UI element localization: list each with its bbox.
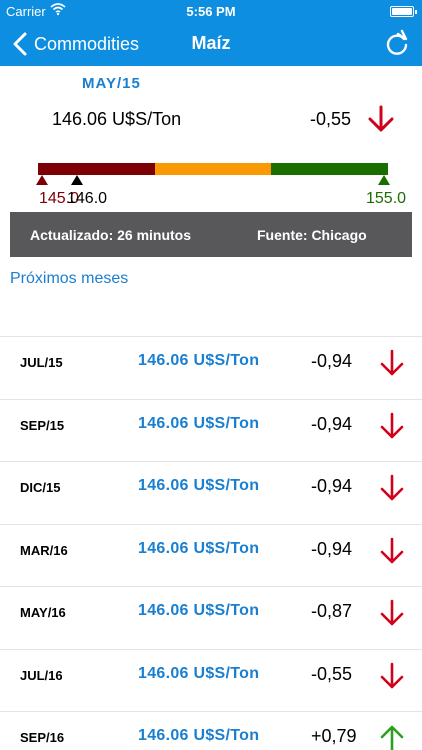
source-label: Fuente: Chicago: [257, 227, 367, 243]
row-month: SEP/16: [20, 730, 65, 745]
row-month: JUL/15: [20, 355, 63, 370]
current-price: 146.06 U$S/Ton: [52, 109, 182, 129]
row-change: -0,55: [311, 663, 353, 684]
row-month: JUL/16: [20, 667, 63, 683]
section-title: Próximos meses: [10, 270, 129, 287]
refresh-icon[interactable]: [382, 29, 412, 59]
range-current-marker: [71, 175, 83, 185]
list-item[interactable]: JUL/16 146.06 U$S/Ton -0,55: [0, 650, 422, 712]
row-price: 146.06 U$S/Ton: [138, 414, 260, 432]
info-bar: Actualizado: 26 minutos Fuente: Chicago: [10, 212, 412, 257]
back-button[interactable]: Commodities: [10, 29, 139, 59]
row-price: 146.06 U$S/Ton: [138, 539, 260, 557]
row-month: SEP/15: [20, 417, 65, 433]
arrow-down-icon: [380, 599, 404, 626]
arrow-down-icon: [380, 537, 404, 563]
list-item[interactable]: MAY/16 146.06 U$S/Ton -0,87: [0, 587, 422, 650]
range-low-marker: [36, 175, 48, 185]
row-change: -0,94: [311, 476, 353, 496]
range-segment-mid: [154, 163, 272, 175]
row-month: DIC/15: [20, 480, 61, 495]
list-item[interactable]: SEP/15 146.06 U$S/Ton -0,94: [0, 400, 422, 462]
list-item[interactable]: JUL/15 146.06 U$S/Ton -0,94: [0, 337, 422, 400]
row-change: -0,87: [311, 601, 353, 621]
current-change: -0,55: [310, 109, 352, 129]
price-range-bar: [38, 163, 389, 175]
list-item[interactable]: SEP/16 146.06 U$S/Ton +0,79: [0, 712, 422, 750]
row-change: +0,79: [311, 726, 357, 746]
row-change: -0,94: [311, 351, 353, 371]
back-button-label: Commodities: [34, 33, 140, 54]
arrow-down-icon: [380, 474, 404, 501]
arrow-down-icon: [380, 412, 404, 438]
range-high-label: 155.0: [366, 190, 407, 207]
list-item[interactable]: DIC/15 146.06 U$S/Ton -0,94: [0, 462, 422, 525]
row-change: -0,94: [311, 538, 353, 559]
row-price: 146.06 U$S/Ton: [138, 602, 260, 619]
range-segment-high: [271, 163, 389, 175]
arrow-up-icon: [380, 725, 404, 750]
row-month: MAR/16: [20, 542, 68, 558]
range-high-marker: [378, 175, 390, 185]
arrow-down-icon: [380, 349, 404, 376]
upcoming-months-list: JUL/15 146.06 U$S/Ton -0,94 SEP/15 146.06 U$…: [0, 336, 422, 750]
current-month: MAY/15: [82, 75, 141, 92]
list-item[interactable]: MAR/16 146.06 U$S/Ton -0,94: [0, 525, 422, 587]
row-price: 146.06 U$S/Ton: [138, 727, 260, 744]
chevron-left-icon: [13, 32, 27, 56]
row-price: 146.06 U$S/Ton: [138, 352, 260, 369]
status-time: 5:56 PM: [186, 4, 236, 19]
arrow-down-icon: [368, 105, 394, 132]
battery-icon: [390, 6, 417, 17]
range-current-label: 146.0: [67, 190, 108, 207]
row-change: -0,94: [311, 413, 353, 434]
range-segment-low: [38, 163, 155, 175]
row-price: 146.06 U$S/Ton: [138, 664, 260, 682]
row-price: 146.06 U$S/Ton: [138, 477, 260, 494]
row-month: MAY/16: [20, 605, 66, 620]
status-bar: Carrier 5:56 PM: [0, 0, 422, 22]
navigation-bar: Commodities Maíz: [0, 22, 422, 66]
updated-label: Actualizado: 26 minutos: [30, 227, 192, 243]
arrow-down-icon: [380, 662, 404, 688]
